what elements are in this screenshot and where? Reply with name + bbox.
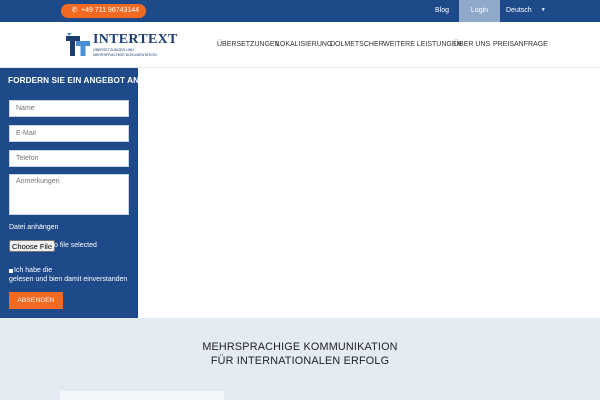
nav-item-weitere-leistungen[interactable]: WEITERE LEISTUNGEN: [383, 22, 462, 68]
name-input[interactable]: [9, 100, 129, 117]
brand-name: INTERTEXT: [93, 32, 178, 47]
phone-number: +49 711 96743144: [81, 7, 140, 14]
nav-item-uebersetzungen[interactable]: ÜBERSETZUNGEN: [217, 22, 280, 68]
intro-section: MEHRSPRACHIGE KOMMUNIKATION FÜR INTERNAT…: [0, 318, 600, 400]
login-button[interactable]: Login: [459, 0, 500, 22]
nav-item-lokalisierung[interactable]: LOKALISIERUNG: [276, 22, 332, 68]
language-label: Deutsch: [506, 7, 532, 14]
phone-icon: ✆: [71, 7, 78, 14]
attach-label: Datei anhängen: [9, 224, 59, 231]
consent-text: Ich habe die: [14, 267, 53, 274]
email-input[interactable]: [9, 125, 129, 142]
phone-input[interactable]: [9, 150, 129, 167]
consent-text-continued: gelesen und bien damit einverstanden: [9, 276, 128, 283]
submit-button[interactable]: ABSENDEN: [9, 292, 63, 309]
blog-link[interactable]: Blog: [435, 0, 449, 22]
consent-checkbox[interactable]: [9, 269, 13, 273]
notes-textarea[interactable]: [9, 174, 129, 215]
section-headline: MEHRSPRACHIGE KOMMUNIKATION FÜR INTERNAT…: [202, 341, 398, 367]
intertext-logo-icon: [66, 33, 90, 56]
content-card: [60, 391, 224, 400]
file-status: No file selected: [49, 242, 97, 249]
caret-down-icon: ▼: [540, 7, 546, 13]
form-title: FORDERN SIE EIN ANGEBOT AN: [8, 76, 140, 85]
nav-item-ueber-uns[interactable]: ÜBER UNS: [454, 22, 490, 68]
site-header: INTERTEXT ÜBERSETZUNGEN UND MEHRSPRACHIG…: [0, 22, 600, 68]
phone-button[interactable]: ✆ +49 711 96743144: [61, 4, 146, 18]
top-bar: ✆ +49 711 96743144 Blog Login Deutsch ▼: [0, 0, 600, 22]
logo[interactable]: INTERTEXT ÜBERSETZUNGEN UND MEHRSPRACHIG…: [66, 33, 177, 59]
brand-tagline: ÜBERSETZUNGEN UND MEHRSPRACHIGE DOKUMENT…: [93, 48, 157, 57]
quote-form: FORDERN SIE EIN ANGEBOT AN Datei anhänge…: [0, 68, 140, 318]
language-selector[interactable]: Deutsch ▼: [506, 0, 546, 22]
nav-item-preisanfrage[interactable]: PREISANFRAGE: [493, 22, 548, 68]
nav-item-dolmetscher[interactable]: DOLMETSCHER: [330, 22, 384, 68]
